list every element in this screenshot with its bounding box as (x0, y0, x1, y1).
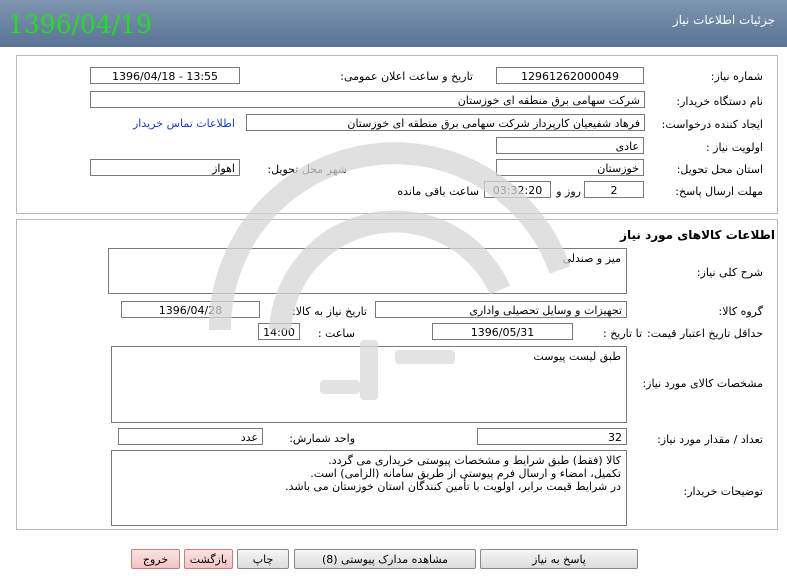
contact-info-link[interactable]: اطلاعات تماس خریدار (133, 117, 235, 130)
announce-label: تاریخ و ساعت اعلان عمومی: (340, 70, 473, 83)
price-validity-label: حداقل تاریخ اعتبار قیمت: (647, 327, 763, 340)
province-field[interactable]: خوزستان (496, 159, 644, 176)
page-title: جزئیات اطلاعات نیاز (672, 13, 775, 27)
buyer-note-line: در شرایط قیمت برابر، اولویت با تأمین کنن… (285, 480, 621, 493)
specs-textarea[interactable]: طبق لیست پیوست (111, 346, 627, 423)
deadline-label: مهلت ارسال پاسخ: (675, 185, 763, 198)
group-label: گروه کالا: (718, 305, 763, 318)
unit-field[interactable]: عدد (118, 428, 263, 445)
city-label: شهر محل تحویل: (267, 163, 347, 176)
page-header: 1396/04/19 جزئیات اطلاعات نیاز (0, 0, 787, 47)
need-number-label: شماره نیاز: (710, 70, 763, 83)
goods-section-title: اطلاعات کالاهای مورد نیاز (620, 228, 775, 242)
back-button[interactable]: بازگشت (184, 549, 233, 569)
province-label: استان محل تحویل: (676, 163, 763, 176)
creator-label: ایجاد کننده درخواست: (661, 118, 763, 131)
creator-field[interactable]: فرهاد شفیعیان کارپرداز شرکت سهامی برق من… (246, 114, 645, 131)
buyer-notes-textarea[interactable]: کالا (فقط) طبق شرایط و مشخصات پیوستی خری… (111, 450, 627, 526)
time-label: ساعت : (317, 327, 355, 340)
deadline-time-field[interactable]: 03:32:20 (484, 181, 551, 198)
need-date-label: تاریخ نیاز به کالا: (292, 305, 367, 318)
days-word: روز و (556, 185, 581, 198)
priority-label: اولویت نیاز : (705, 141, 763, 154)
print-button[interactable]: چاپ (237, 549, 289, 569)
announce-field[interactable]: 1396/04/18 - 13:55 (90, 67, 240, 84)
remaining-word: ساعت باقی مانده (397, 185, 479, 198)
city-field[interactable]: اهواز (90, 159, 240, 176)
unit-label: واحد شمارش: (289, 432, 355, 445)
until-date-field[interactable]: 1396/05/31 (432, 323, 573, 340)
buyer-org-label: نام دستگاه خریدار: (676, 95, 763, 108)
buyer-note-line: تکمیل، امضاء و ارسال فرم پیوستی از طریق … (310, 467, 621, 480)
specs-label: مشخصات کالای مورد نیاز: (642, 377, 763, 390)
summary-textarea[interactable]: میز و صندلی (108, 248, 627, 294)
reply-button[interactable]: پاسخ به نیاز (480, 549, 638, 569)
group-field[interactable]: تجهیزات و وسایل تحصیلی واداری (375, 301, 627, 318)
until-date-label: تا تاریخ : (603, 327, 642, 340)
quantity-label: تعداد / مقدار مورد نیاز: (657, 433, 763, 446)
time-field[interactable]: 14:00 (258, 323, 300, 340)
deadline-days-field[interactable]: 2 (584, 181, 644, 198)
specs-text: طبق لیست پیوست (533, 350, 621, 363)
buyer-note-line: کالا (فقط) طبق شرایط و مشخصات پیوستی خری… (328, 454, 621, 467)
need-number-field[interactable]: 12961262000049 (496, 67, 644, 84)
summary-label: شرح کلی نیاز: (696, 266, 763, 279)
quantity-field[interactable]: 32 (477, 428, 627, 445)
date-stamp: 1396/04/19 (8, 10, 153, 39)
need-date-field[interactable]: 1396/04/28 (121, 301, 260, 318)
priority-field[interactable]: عادی (496, 137, 644, 154)
buyer-notes-label: توضیحات خریدار: (683, 485, 764, 498)
attachments-button[interactable]: مشاهده مدارک پیوستی (8) (294, 549, 476, 569)
summary-text: میز و صندلی (562, 252, 621, 265)
exit-button[interactable]: خروج (131, 549, 180, 569)
buyer-org-field[interactable]: شرکت سهامی برق منطقه ای خوزستان (90, 91, 645, 108)
